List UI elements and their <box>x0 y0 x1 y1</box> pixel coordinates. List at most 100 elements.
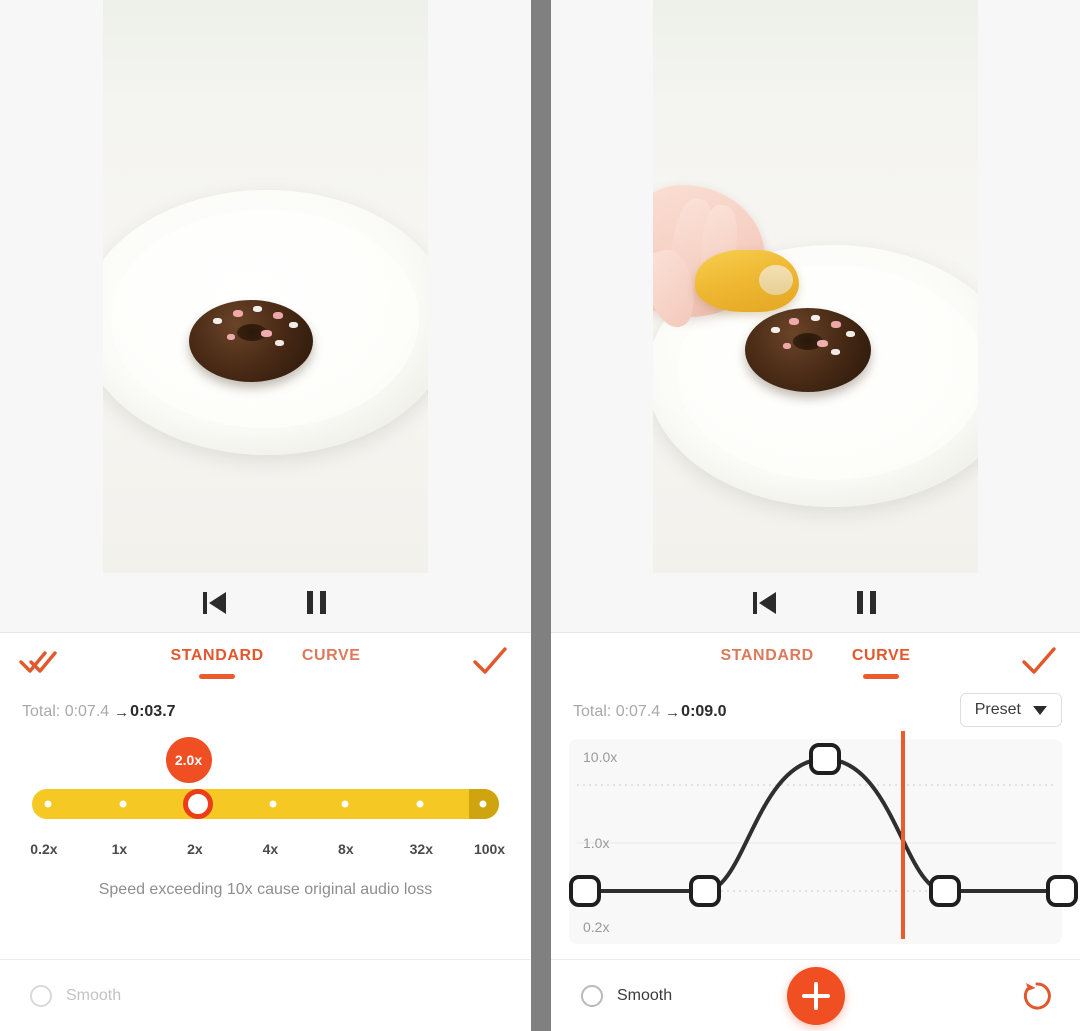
skip-to-start-button[interactable] <box>193 581 237 625</box>
donut-bite-area <box>759 265 793 295</box>
arrow-icon: → <box>665 703 681 721</box>
sprinkle <box>275 340 284 346</box>
sprinkle <box>817 340 828 347</box>
speed-slider-track[interactable] <box>32 789 499 819</box>
sprinkle <box>213 318 222 324</box>
skip-to-start-icon <box>752 591 777 614</box>
mode-tabs-right: STANDARD CURVE <box>551 647 1080 679</box>
video-frame-left[interactable] <box>103 0 428 573</box>
sprinkle <box>811 315 820 321</box>
smooth-label: Smooth <box>617 986 673 1004</box>
editor-tabbar-right: STANDARD CURVE <box>551 633 1080 691</box>
tab-standard[interactable]: STANDARD <box>720 647 813 671</box>
smooth-radio-icon <box>30 984 52 1007</box>
video-image-donut-on-plate <box>103 0 428 573</box>
preset-dropdown[interactable]: Preset <box>959 693 1062 727</box>
speed-value-label: 2.0x <box>174 752 203 768</box>
sprinkle <box>233 310 243 317</box>
arrow-icon: → <box>114 703 130 721</box>
smooth-radio-icon <box>581 984 603 1007</box>
scale-label-4: 8x <box>338 841 354 857</box>
slider-tick <box>269 800 276 808</box>
sprinkle <box>227 334 235 340</box>
speed-slider[interactable] <box>32 789 499 823</box>
speed-bubble-row: 2.0x <box>0 733 531 789</box>
slider-tick <box>416 800 424 808</box>
speed-curve-editor[interactable]: 10.0x 1.0x 0.2x <box>569 731 1078 944</box>
confirm-button[interactable] <box>471 645 509 677</box>
smooth-label: Smooth <box>66 986 122 1004</box>
total-original-duration: Total: 0:07.4 <box>22 703 110 720</box>
tab-standard-label: STANDARD <box>170 647 264 664</box>
scale-label-2: 2x <box>187 841 203 857</box>
tab-active-underline <box>199 674 236 679</box>
tab-curve-label: CURVE <box>851 647 911 664</box>
transport-controls-right <box>551 573 1080 633</box>
sprinkle <box>253 306 262 312</box>
video-frame-right[interactable] <box>653 0 978 573</box>
total-duration-row-left: Total: 0:07.4 → 0:03.7 <box>0 691 531 733</box>
chocolate-donut <box>745 308 871 392</box>
scale-label-0: 0.2x <box>30 841 58 857</box>
chocolate-donut <box>189 300 313 382</box>
sprinkle <box>846 331 855 337</box>
sprinkle <box>771 327 780 333</box>
total-original-duration: Total: 0:07.4 <box>573 703 661 720</box>
plus-icon <box>813 981 818 1010</box>
speed-slider-knob[interactable] <box>182 789 213 819</box>
smooth-toggle[interactable]: Smooth <box>30 984 122 1007</box>
sprinkle <box>289 322 298 328</box>
tab-curve-label: CURVE <box>301 647 361 664</box>
slider-tick <box>44 800 52 808</box>
reset-button[interactable] <box>1020 979 1054 1013</box>
slider-tick <box>341 800 349 808</box>
sprinkle <box>789 318 799 325</box>
slider-tick <box>479 800 487 808</box>
preset-label: Preset <box>974 701 1021 718</box>
tab-standard-label: STANDARD <box>720 647 814 664</box>
tab-curve[interactable]: CURVE <box>851 647 911 679</box>
tab-standard[interactable]: STANDARD <box>170 647 264 679</box>
sprinkle <box>273 312 283 319</box>
total-new-duration: 0:03.7 <box>130 703 176 720</box>
speed-curve-svg[interactable] <box>569 731 1078 944</box>
reset-icon <box>1023 981 1051 1009</box>
scale-label-1: 1x <box>111 841 128 857</box>
speed-curve-path <box>583 756 1064 893</box>
audio-loss-hint: Speed exceeding 10x cause original audio… <box>98 881 433 898</box>
tab-active-underline <box>863 674 900 679</box>
right-screen: STANDARD CURVE Total: 0:07.4 → 0:09.0 Pr… <box>551 0 1080 1031</box>
speed-editor-sheet-left: STANDARD CURVE Total: 0:07.4 → 0:03.7 2.… <box>0 633 531 1031</box>
curve-node-5 <box>1046 875 1078 907</box>
speed-value-bubble: 2.0x <box>165 737 212 783</box>
check-icon <box>473 647 507 674</box>
check-icon <box>1022 647 1056 674</box>
bottom-bar-right: Smooth <box>551 959 1080 1031</box>
pause-button[interactable] <box>845 581 889 625</box>
curve-node-3 <box>809 743 841 775</box>
video-preview-right <box>551 0 1080 573</box>
curve-node-2 <box>689 875 721 907</box>
bottom-bar-left: Smooth <box>0 959 531 1031</box>
sprinkle <box>783 343 791 349</box>
sprinkle <box>261 330 272 337</box>
editor-tabbar-left: STANDARD CURVE <box>0 633 531 691</box>
tab-curve[interactable]: CURVE <box>302 647 361 671</box>
add-point-button[interactable] <box>786 966 845 1025</box>
dual-screenshot-container: STANDARD CURVE Total: 0:07.4 → 0:03.7 2.… <box>0 0 1080 1031</box>
pause-icon <box>307 591 326 614</box>
pause-button[interactable] <box>295 581 339 625</box>
chevron-down-icon <box>1033 705 1047 715</box>
scale-label-6: 100x <box>473 841 506 857</box>
skip-to-start-button[interactable] <box>743 581 787 625</box>
left-screen: STANDARD CURVE Total: 0:07.4 → 0:03.7 2.… <box>0 0 531 1031</box>
sprinkle <box>831 349 840 355</box>
confirm-button[interactable] <box>1020 645 1058 677</box>
smooth-toggle[interactable]: Smooth <box>581 984 673 1007</box>
speed-editor-sheet-right: STANDARD CURVE Total: 0:07.4 → 0:09.0 Pr… <box>551 633 1080 1031</box>
skip-to-start-icon <box>202 591 227 614</box>
transport-controls-left <box>0 573 531 633</box>
pause-icon <box>857 591 876 614</box>
speed-scale-labels: 0.2x 1x 2x 4x 8x 32x 100x <box>22 841 509 863</box>
screen-divider <box>531 0 551 1031</box>
